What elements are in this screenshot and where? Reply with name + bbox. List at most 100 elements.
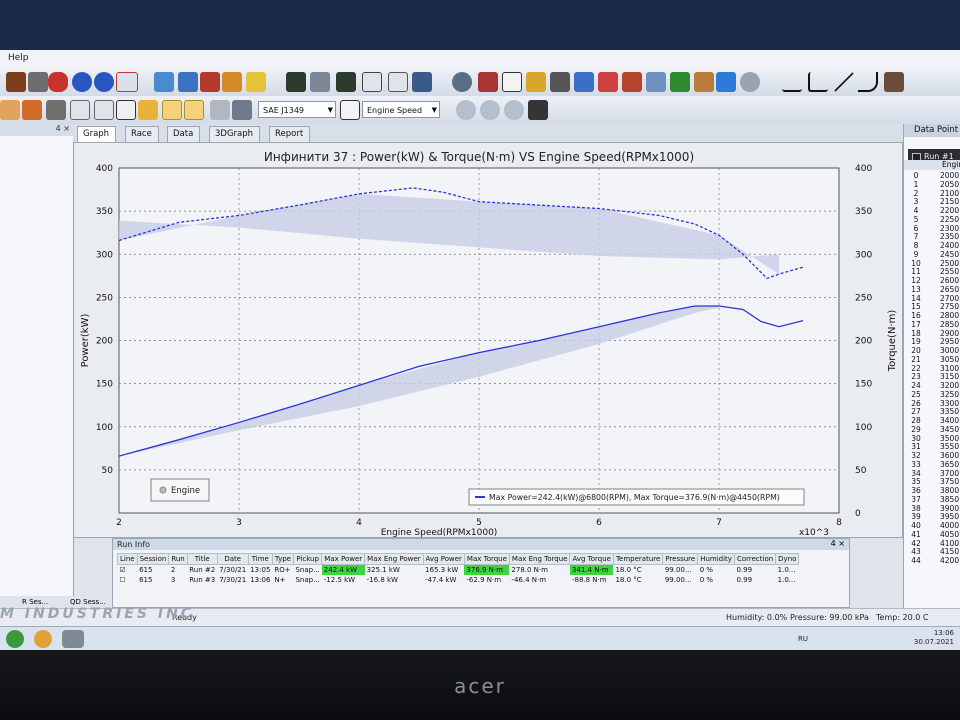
column-header[interactable]: Temperature [612,553,664,565]
table-row[interactable]: ☐ 615 3 Run #3 7/30/21 13:06 N+ Snap... -12.5 kW… [118,575,799,585]
tools-icon[interactable] [412,72,432,92]
session-tab-2[interactable]: QD Sess... [70,598,106,606]
tab-report-label: Report [275,129,304,139]
balance-icon[interactable] [210,100,230,120]
column-header[interactable]: Max Power [321,553,366,565]
scope-icon[interactable] [336,72,356,92]
pointer-icon[interactable] [646,72,666,92]
left-panel-header[interactable]: 4 × [0,124,73,136]
run-info-close[interactable]: 4 × [831,539,845,548]
column-header[interactable]: Avg Torque [569,553,614,565]
filter-icon[interactable] [246,72,266,92]
weight-icon[interactable] [232,100,252,120]
x-tick-label: 5 [476,518,482,528]
column-header[interactable]: Dyno [775,553,800,565]
cell-title: Run #2 [189,566,216,574]
cell-avg-torque: 341.4 N·m [569,564,614,575]
tab-graph[interactable]: Graph [77,126,117,142]
tab-3dgraph[interactable]: 3DGraph [209,126,261,142]
column-header[interactable]: Pickup [292,553,323,565]
column-header[interactable]: Date [216,553,249,565]
gear-icon[interactable] [452,72,472,92]
settings-icon[interactable] [716,72,736,92]
curve-icon[interactable] [858,72,878,92]
column-header[interactable]: Title [186,553,218,565]
info-icon[interactable] [94,72,114,92]
column-header[interactable]: Max Eng Torque [508,553,571,565]
diagonal-line-icon[interactable] [834,72,854,92]
axis-select-icon[interactable] [340,100,360,120]
exit-icon[interactable] [116,72,138,92]
calculator-icon[interactable] [694,72,714,92]
cursor-icon[interactable] [22,100,42,120]
tab-data[interactable]: Data [167,126,201,142]
column-header[interactable]: Max Eng Power [364,553,424,565]
play-icon[interactable] [456,100,476,120]
column-header[interactable]: Session [136,553,170,565]
gauge-icon[interactable] [310,72,330,92]
scale-icon[interactable] [46,100,66,120]
menu-help[interactable]: Help [8,53,29,63]
step-icon[interactable] [808,72,828,92]
layout-a-icon[interactable] [162,100,182,120]
setup-icon[interactable] [154,72,174,92]
standard-select[interactable]: SAE J1349 ▼ [258,101,336,118]
tab-race[interactable]: Race [125,126,159,142]
column-header[interactable]: Type [271,553,294,565]
window-icon[interactable] [502,72,522,92]
stop-icon[interactable] [48,72,68,92]
column-header[interactable]: Max Torque [463,553,510,565]
xaxis-select[interactable]: Engine Speed ▼ [362,101,440,118]
column-header[interactable]: Run [168,553,188,565]
car-icon[interactable] [200,72,220,92]
marker-icon[interactable] [598,72,618,92]
book-icon[interactable] [178,72,198,92]
layout-b-icon[interactable] [184,100,204,120]
print-icon[interactable] [28,72,48,92]
wave-icon[interactable] [670,72,690,92]
column-header[interactable]: Pressure [662,553,699,565]
column-header[interactable]: Correction [733,553,777,565]
help-icon[interactable] [72,72,92,92]
keyboard-icon[interactable] [550,72,570,92]
function-icon[interactable] [388,72,408,92]
axis-icon[interactable] [70,100,90,120]
cube-icon[interactable] [884,72,904,92]
session-tab-1[interactable]: R Ses... [22,598,48,606]
app-icon-green[interactable] [6,630,24,648]
rewind-icon[interactable] [480,100,500,120]
dyno-chart[interactable]: 2 3 4 5 6 7 8 50 100 150 200 250 300 350 400 0 50 100 150 2… [74,143,902,538]
column-header[interactable]: Avg Power [422,553,465,565]
cell-max-power: -12.5 kW [323,576,356,584]
zoom-icon[interactable] [94,100,114,120]
lightning-icon[interactable] [138,100,158,120]
cell-time: 13:06 [250,576,271,584]
y-right-tick-label: 200 [855,337,872,347]
line-flat-icon[interactable] [782,72,802,92]
pulse-icon[interactable] [362,72,382,92]
sphere-icon[interactable] [740,72,760,92]
tab-report[interactable]: Report [269,126,311,142]
column-header[interactable]: Time [247,553,273,565]
cell-avg-power: -47.4 kW [425,576,457,584]
x-tick-label: 2 [116,518,122,528]
table-row[interactable]: ☑ 615 2 Run #2 7/30/21 13:05 RO+ Snap... 242.4 k… [118,564,799,575]
status-pressure: Pressure: 99.00 kPa [790,613,869,622]
chart-icon[interactable] [116,100,136,120]
monitor-icon[interactable] [286,72,306,92]
pen-icon[interactable] [622,72,642,92]
open-icon[interactable] [6,72,26,92]
user-icon[interactable] [222,72,242,92]
screen: Help SAE J1349 ▼ Engine Speed ▼ 4 × Grap… [0,0,960,650]
wrench-icon[interactable] [478,72,498,92]
tray-lang[interactable]: RU [798,635,808,644]
bulb-icon[interactable] [526,72,546,92]
grid-toggle-icon[interactable] [0,100,20,120]
app-icon-orange[interactable] [34,630,52,648]
column-header[interactable]: Humidity [697,553,735,565]
gauge-app-icon[interactable] [62,630,84,648]
grid-icon[interactable] [574,72,594,92]
forward-icon[interactable] [504,100,524,120]
column-header[interactable]: Line [117,553,138,565]
road-icon[interactable] [528,100,548,120]
